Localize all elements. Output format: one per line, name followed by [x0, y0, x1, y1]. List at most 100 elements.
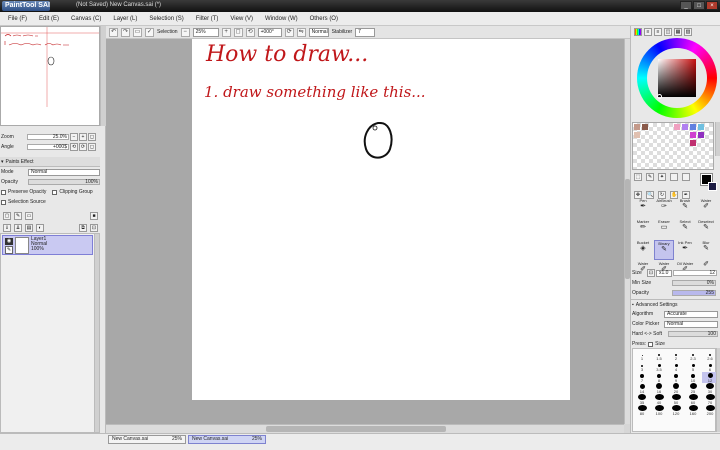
brush-size-preset[interactable]: 2: [668, 350, 684, 361]
minimize-button[interactable]: _: [680, 1, 692, 10]
swatch[interactable]: [682, 124, 688, 130]
advanced-header[interactable]: ▪ Advanced Settings: [631, 299, 720, 309]
new-folder-icon[interactable]: ▭: [25, 211, 33, 220]
scratch-pad-icon[interactable]: ▨: [684, 28, 692, 36]
blend-mode-field[interactable]: Normal: [308, 27, 329, 37]
menu-others[interactable]: Others (O): [304, 16, 344, 22]
zoom-reset-icon[interactable]: ◻: [233, 27, 243, 37]
menu-filter[interactable]: Filter (T): [190, 16, 225, 22]
secondary-color-swatch[interactable]: [708, 182, 717, 191]
tool-binary-selected[interactable]: Binary ✎: [654, 240, 674, 260]
blank-tool-icon[interactable]: [682, 173, 690, 181]
tool-brush[interactable]: Brush ✎: [675, 198, 695, 218]
tool-ink-pen[interactable]: Ink Pen ✒: [675, 240, 695, 260]
menu-edit[interactable]: Edit (E): [33, 16, 65, 22]
tool-bucket[interactable]: Bucket ◈: [633, 240, 653, 260]
swatch[interactable]: [698, 124, 704, 130]
mask-icon[interactable]: ◐: [36, 223, 44, 232]
zoom-slider[interactable]: 25.0%: [27, 134, 69, 140]
density-slider[interactable]: 255: [672, 290, 716, 296]
brush-size-preset[interactable]: 160: [685, 405, 701, 416]
brush-size-preset[interactable]: 40: [651, 394, 667, 405]
tool-eraser[interactable]: Eraser ▭: [654, 219, 674, 239]
zoom-fit-icon[interactable]: ◻: [88, 133, 96, 141]
brush-size-preset[interactable]: 100: [651, 405, 667, 416]
hard-soft-slider[interactable]: 100: [668, 331, 718, 337]
angle-slider[interactable]: +000$: [27, 144, 69, 150]
color-wheel-mode-icon[interactable]: [634, 28, 642, 36]
tool-select[interactable]: Select ✎: [675, 219, 695, 239]
zoom-in-icon[interactable]: +: [221, 27, 231, 37]
brush-size-preset[interactable]: 10: [685, 372, 701, 383]
menu-window[interactable]: Window (W): [259, 16, 304, 22]
rotate-left-icon[interactable]: ⟲: [245, 27, 255, 37]
swatch-grid[interactable]: [632, 122, 714, 170]
tool-blur[interactable]: Blur ✎: [696, 240, 716, 260]
rotate-ccw-icon[interactable]: ⟲: [70, 143, 78, 151]
undo-icon[interactable]: ↶: [109, 27, 118, 37]
swatch-icon[interactable]: ▦: [674, 28, 682, 36]
flip-icon[interactable]: ⇋: [296, 27, 306, 37]
document-tab[interactable]: New Canvas.sai 25%: [108, 435, 186, 444]
brush-size-preset[interactable]: 25: [685, 383, 701, 394]
swatch[interactable]: [634, 132, 640, 138]
navigator-preview[interactable]: [0, 26, 100, 126]
new-linework-layer-icon[interactable]: ✎: [14, 211, 22, 220]
zoom-field[interactable]: 25%: [192, 27, 219, 37]
selection-checkbox-icon[interactable]: ✓: [145, 27, 154, 37]
brush-size-preset[interactable]: 2.3: [685, 350, 701, 361]
deselect-icon[interactable]: ▭: [133, 27, 142, 37]
rotate-reset-icon[interactable]: ◻: [88, 143, 96, 151]
hscroll-thumb[interactable]: [266, 426, 446, 432]
brush-size-preset[interactable]: 7: [634, 372, 650, 383]
canvas-hscrollbar[interactable]: [106, 424, 624, 433]
brush-size-preset[interactable]: 20: [668, 383, 684, 394]
menu-view[interactable]: View (V): [224, 16, 259, 22]
swatch[interactable]: [698, 132, 704, 138]
maximize-button[interactable]: □: [693, 1, 705, 10]
brush-size-preset[interactable]: 1.5: [651, 350, 667, 361]
paint-effects-header[interactable]: ▾ Paints Effect: [0, 157, 100, 167]
menu-selection[interactable]: Selection (S): [143, 16, 189, 22]
swatch-scrollbar[interactable]: [715, 122, 720, 156]
brush-size-preset[interactable]: 120: [668, 405, 684, 416]
swatch[interactable]: [690, 140, 696, 146]
brush-size-preset[interactable]: 4: [668, 361, 684, 372]
new-layer-icon[interactable]: ▢: [3, 211, 11, 220]
menu-canvas[interactable]: Canvas (C): [65, 16, 107, 22]
size-slider[interactable]: 12: [673, 270, 717, 276]
layer-item[interactable]: ◉ ✎ Layer1 Normal 100%: [2, 235, 93, 255]
redo-icon[interactable]: ↷: [121, 27, 130, 37]
lasso-icon[interactable]: ✎: [646, 173, 654, 181]
clipping-group-checkbox[interactable]: [52, 189, 58, 195]
zoom-minus-icon[interactable]: −: [70, 133, 78, 141]
brush-size-preset[interactable]: 16: [651, 383, 667, 394]
brush-size-preset[interactable]: 35: [634, 394, 650, 405]
size-range-icon[interactable]: ⊡: [647, 269, 655, 277]
min-size-slider[interactable]: 0%: [672, 280, 716, 286]
size-multiplier[interactable]: x1.0: [656, 269, 672, 277]
menu-layer[interactable]: Layer (L): [107, 16, 143, 22]
brush-size-preset[interactable]: 3.5: [651, 361, 667, 372]
swatch[interactable]: [642, 124, 648, 130]
canvas-area[interactable]: How to draw... 1. draw something like th…: [106, 39, 624, 424]
rotate-right-icon[interactable]: ⟳: [284, 27, 294, 37]
eye-icon[interactable]: ◉: [5, 238, 13, 245]
brush-size-preset[interactable]: 50: [668, 394, 684, 405]
swatch[interactable]: [690, 124, 696, 130]
tool-water[interactable]: Water ✐: [696, 198, 716, 218]
rotation-field[interactable]: +000°: [257, 27, 282, 37]
color-picker-select[interactable]: Normal: [664, 320, 718, 328]
rect-select-icon[interactable]: ⬚: [634, 173, 642, 181]
color-wheel[interactable]: [637, 38, 717, 118]
swatch[interactable]: [634, 124, 640, 130]
transfer-icon[interactable]: ⇊: [14, 223, 22, 232]
preserve-opacity-checkbox[interactable]: [1, 189, 6, 195]
magic-wand-icon[interactable]: ✦: [658, 173, 666, 181]
merge-down-icon[interactable]: ⇓: [3, 223, 11, 232]
menu-file[interactable]: File (F): [2, 16, 33, 22]
brush-size-preset[interactable]: 3: [634, 361, 650, 372]
canvas-paper[interactable]: How to draw... 1. draw something like th…: [192, 39, 570, 400]
swatch[interactable]: [690, 132, 696, 138]
zoom-out-icon[interactable]: −: [180, 27, 190, 37]
